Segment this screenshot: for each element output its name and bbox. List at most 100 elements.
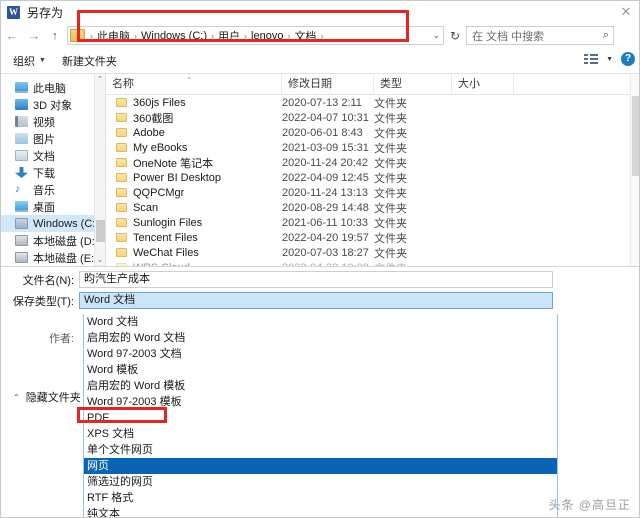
file-date-cell: 2020-11-24 13:13 (282, 187, 374, 199)
file-name-cell: Sunlogin Files (106, 217, 282, 229)
dropdown-option-plain-text[interactable]: 纯文本 (84, 506, 557, 518)
dropdown-option-single-file-web[interactable]: 单个文件网页 (84, 442, 557, 458)
file-type-cell: 文件夹 (374, 95, 452, 111)
view-chevron-down-icon[interactable]: ▼ (606, 56, 613, 63)
table-row[interactable]: 360截图2022-04-07 10:31文件夹 (106, 110, 640, 125)
breadcrumb-separator: › (318, 31, 325, 41)
file-list-scrollbar[interactable] (630, 74, 640, 266)
dropdown-option-webpage[interactable]: 网页 (84, 458, 557, 474)
back-button[interactable]: ← (1, 28, 23, 43)
organize-label: 组织 (13, 53, 35, 69)
file-date-cell: 2021-03-09 15:31 (282, 142, 374, 154)
file-name-label: My eBooks (133, 142, 187, 154)
close-icon[interactable]: ✕ (615, 3, 637, 21)
address-bar[interactable]: › 此电脑 › Windows (C:) › 用户 › lenovo › 文档 … (67, 26, 444, 45)
dropdown-option-macro-template[interactable]: 启用宏的 Word 模板 (84, 378, 557, 394)
table-row[interactable]: Power BI Desktop2022-04-09 12:45文件夹 (106, 170, 640, 185)
address-dropdown-icon[interactable]: ⌄ (432, 30, 440, 41)
drive-icon (15, 252, 28, 263)
breadcrumb-item-4[interactable]: 文档 (292, 28, 318, 44)
file-type-cell: 文件夹 (374, 245, 452, 261)
file-date-cell: 2022-04-20 19:57 (282, 232, 374, 244)
filename-row: 文件名(N): 昀汽生产成本 (1, 271, 553, 288)
column-header-name[interactable]: 名称 ⌃ (106, 74, 282, 95)
savetype-combobox[interactable]: Word 文档 (79, 292, 553, 309)
column-header-size[interactable]: 大小 (452, 74, 514, 95)
file-type-cell: 文件夹 (374, 230, 452, 246)
table-row[interactable]: Sunlogin Files2021-06-11 10:33文件夹 (106, 215, 640, 230)
folder-icon (116, 158, 127, 167)
dropdown-option-rtf[interactable]: RTF 格式 (84, 490, 557, 506)
hide-folders-toggle[interactable]: ⌃ 隐藏文件夹 (13, 389, 81, 405)
new-folder-button[interactable]: 新建文件夹 (58, 53, 121, 69)
table-row[interactable]: Tencent Files2022-04-20 19:57文件夹 (106, 230, 640, 245)
word-app-icon: W (7, 6, 20, 19)
scrollbar-thumb[interactable] (96, 220, 105, 242)
organize-button[interactable]: 组织 ▼ (9, 53, 50, 69)
sidebar-scrollbar[interactable]: ⌃ ⌄ (94, 74, 105, 267)
file-name-label: Power BI Desktop (133, 172, 221, 184)
dropdown-option-xps[interactable]: XPS 文档 (84, 426, 557, 442)
command-toolbar: 组织 ▼ 新建文件夹 ▼ ? (1, 48, 640, 73)
file-name-label: 360截图 (133, 110, 173, 126)
folder-icon (116, 113, 127, 122)
help-icon[interactable]: ? (621, 52, 635, 66)
refresh-icon[interactable]: ↻ (444, 29, 466, 43)
file-type-cell: 文件夹 (374, 155, 452, 171)
table-row[interactable]: QQPCMgr 2020-11-24 13:13文件夹 (106, 185, 640, 200)
dropdown-option-filtered-web[interactable]: 筛选过的网页 (84, 474, 557, 490)
breadcrumb-item-1[interactable]: Windows (C:) (139, 30, 209, 42)
search-input-text: 在 文档 中搜索 (472, 28, 544, 44)
file-name-label: QQPCMgr (133, 187, 184, 199)
savetype-dropdown-list[interactable]: Word 文档 启用宏的 Word 文档 Word 97-2003 文档 Wor… (83, 314, 558, 518)
filename-input[interactable]: 昀汽生产成本 (79, 271, 553, 288)
up-button[interactable]: ↑ (45, 30, 65, 42)
3d-objects-icon (15, 99, 28, 110)
sidebar-item-music[interactable]: ♪音乐 (1, 181, 105, 198)
file-date-cell: 2020-07-03 18:27 (282, 247, 374, 259)
forward-button[interactable]: → (23, 28, 45, 43)
table-row[interactable]: Adobe2020-06-01 8:43文件夹 (106, 125, 640, 140)
table-row[interactable]: 360js Files2020-07-13 2:11文件夹 (106, 95, 640, 110)
view-layout-icon[interactable] (584, 53, 598, 65)
column-header-type[interactable]: 类型 (374, 74, 452, 95)
table-row[interactable]: OneNote 笔记本2020-11-24 20:42文件夹 (106, 155, 640, 170)
sidebar-item-this-pc[interactable]: 此电脑 (1, 79, 105, 96)
sidebar-item-windows-c[interactable]: Windows (C:) (1, 215, 105, 232)
scroll-up-icon[interactable]: ⌃ (95, 74, 105, 86)
dropdown-option-macro-word-doc[interactable]: 启用宏的 Word 文档 (84, 330, 557, 346)
sidebar-item-pictures[interactable]: 图片 (1, 130, 105, 147)
sidebar-item-3d[interactable]: 3D 对象 (1, 96, 105, 113)
dropdown-option-pdf[interactable]: PDF (84, 410, 557, 426)
sidebar-item-downloads[interactable]: 下载 (1, 164, 105, 181)
sidebar-item-videos[interactable]: 视频 (1, 113, 105, 130)
search-icon: ⌕ (603, 29, 609, 42)
breadcrumb-item-0[interactable]: 此电脑 (95, 28, 132, 44)
table-row[interactable]: My eBooks2021-03-09 15:31文件夹 (106, 140, 640, 155)
sidebar-item-desktop[interactable]: 桌面 (1, 198, 105, 215)
dropdown-option-word-template[interactable]: Word 模板 (84, 362, 557, 378)
dropdown-option-word-doc[interactable]: Word 文档 (84, 314, 557, 330)
breadcrumb-item-3[interactable]: lenovo (249, 30, 285, 42)
sidebar-item-documents[interactable]: 文档 (1, 147, 105, 164)
dropdown-option-word-97-2003[interactable]: Word 97-2003 文档 (84, 346, 557, 362)
videos-icon (15, 116, 28, 127)
column-header-date[interactable]: 修改日期 (282, 74, 374, 95)
save-form: 文件名(N): 昀汽生产成本 保存类型(T): Word 文档 作者: ⌃ 隐藏… (1, 266, 640, 518)
breadcrumb-item-2[interactable]: 用户 (216, 28, 242, 44)
sidebar-item-drive-e[interactable]: 本地磁盘 (E:) (1, 249, 105, 266)
folder-icon (116, 143, 127, 152)
scrollbar-thumb[interactable] (632, 96, 640, 176)
dropdown-option-97-2003-template[interactable]: Word 97-2003 模板 (84, 394, 557, 410)
file-date-cell: 2020-08-29 14:48 (282, 202, 374, 214)
sidebar-item-drive-d[interactable]: 本地磁盘 (D:) (1, 232, 105, 249)
table-row[interactable]: WeChat Files2020-07-03 18:27文件夹 (106, 245, 640, 260)
drive-icon (15, 235, 28, 246)
search-input[interactable]: 在 文档 中搜索 ⌕ (466, 26, 614, 45)
file-type-cell: 文件夹 (374, 185, 452, 201)
file-name-cell: My eBooks (106, 142, 282, 154)
file-name-label: Scan (133, 202, 158, 214)
sidebar-item-label: 3D 对象 (33, 97, 72, 113)
file-name-cell: 360截图 (106, 110, 282, 126)
table-row[interactable]: Scan2020-08-29 14:48文件夹 (106, 200, 640, 215)
